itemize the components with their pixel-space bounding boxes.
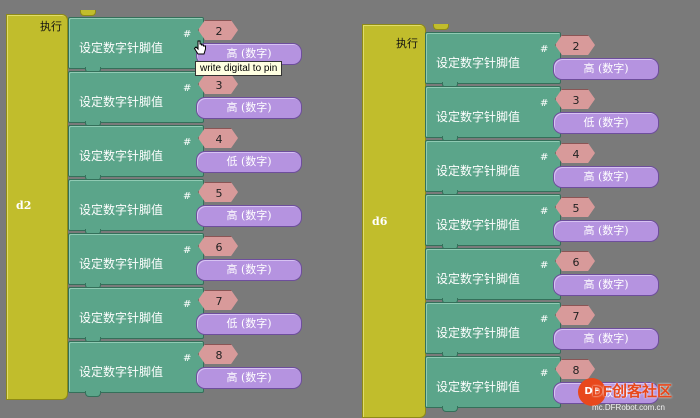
pin-number-text: 4 <box>557 145 595 163</box>
pin-hash-label: # <box>183 299 192 310</box>
pin-hash-label: # <box>183 245 192 256</box>
block-label: 设定数字针脚值 <box>79 95 164 109</box>
pin-number-text: 3 <box>557 91 595 109</box>
pin-hash-label: # <box>540 44 549 55</box>
block-notch <box>442 406 458 412</box>
pin-number-text: 2 <box>557 37 595 55</box>
pin-number-input[interactable]: 7 <box>198 290 238 310</box>
pin-number-input[interactable]: 5 <box>198 182 238 202</box>
set-digital-pin-block[interactable]: 设定数字针脚值 # <box>425 86 561 142</box>
pin-hash-label: # <box>540 206 549 217</box>
block-label: 设定数字针脚值 <box>436 164 521 178</box>
pin-number-text: 5 <box>200 184 238 202</box>
pin-number-text: 4 <box>200 130 238 148</box>
set-digital-pin-block[interactable]: 设定数字针脚值 # <box>425 194 561 250</box>
set-digital-pin-block[interactable]: 设定数字针脚值 # <box>68 125 204 181</box>
set-digital-pin-block[interactable]: 设定数字针脚值 # <box>68 17 204 73</box>
pin-value-block[interactable]: 低 (数字) <box>196 151 302 173</box>
pin-number-text: 2 <box>200 22 238 40</box>
block-label: 设定数字针脚值 <box>436 380 521 394</box>
pin-hash-label: # <box>540 260 549 271</box>
watermark-text: DF创客社区 <box>592 383 672 400</box>
watermark-url: mc.DFRobot.com.cn <box>592 403 665 412</box>
procedure-notch <box>80 10 96 16</box>
pin-hash-label: # <box>183 83 192 94</box>
pin-number-text: 5 <box>557 199 595 217</box>
block-label: 设定数字针脚值 <box>79 365 164 379</box>
set-digital-pin-block[interactable]: 设定数字针脚值 # <box>425 140 561 196</box>
pin-number-text: 7 <box>557 307 595 325</box>
procedure-notch <box>433 24 449 30</box>
pin-value-block[interactable]: 高 (数字) <box>553 274 659 296</box>
set-digital-pin-block[interactable]: 设定数字针脚值 # <box>68 71 204 127</box>
pin-hash-label: # <box>540 152 549 163</box>
pin-hash-label: # <box>540 368 549 379</box>
pin-number-input[interactable]: 3 <box>198 74 238 94</box>
pin-value-block[interactable]: 高 (数字) <box>553 166 659 188</box>
pin-number-input[interactable]: 4 <box>555 143 595 163</box>
set-digital-pin-block[interactable]: 设定数字针脚值 # <box>68 179 204 235</box>
pin-value-block[interactable]: 高 (数字) <box>196 205 302 227</box>
block-label: 设定数字针脚值 <box>79 149 164 163</box>
block-label: 设定数字针脚值 <box>436 56 521 70</box>
pin-hash-label: # <box>540 314 549 325</box>
pin-number-text: 7 <box>200 292 238 310</box>
block-label: 设定数字针脚值 <box>436 110 521 124</box>
block-label: 设定数字针脚值 <box>79 257 164 271</box>
set-digital-pin-block[interactable]: 设定数字针脚值 # <box>425 356 561 412</box>
pin-value-block[interactable]: 低 (数字) <box>196 313 302 335</box>
set-digital-pin-block[interactable]: 设定数字针脚值 # <box>68 233 204 289</box>
block-label: 设定数字针脚值 <box>79 203 164 217</box>
pin-hash-label: # <box>183 137 192 148</box>
watermark: DF DF创客社区 mc.DFRobot.com.cn <box>578 378 698 418</box>
pin-value-block[interactable]: 高 (数字) <box>553 220 659 242</box>
pin-number-input[interactable]: 3 <box>555 89 595 109</box>
block-label: 设定数字针脚值 <box>79 311 164 325</box>
pin-number-input[interactable]: 6 <box>555 251 595 271</box>
hand-cursor-icon <box>193 40 206 55</box>
pin-value-block[interactable]: 低 (数字) <box>553 112 659 134</box>
block-label: 设定数字针脚值 <box>79 41 164 55</box>
pin-number-text: 3 <box>200 76 238 94</box>
block-notch <box>85 391 101 397</box>
tooltip: write digital to pin <box>195 61 283 76</box>
procedure-name: d2 <box>16 199 32 212</box>
set-digital-pin-block[interactable]: 设定数字针脚值 # <box>425 248 561 304</box>
block-label: 设定数字针脚值 <box>436 218 521 232</box>
pin-number-input[interactable]: 5 <box>555 197 595 217</box>
pin-hash-label: # <box>183 29 192 40</box>
pin-value-block[interactable]: 高 (数字) <box>196 97 302 119</box>
set-digital-pin-block[interactable]: 设定数字针脚值 # <box>425 302 561 358</box>
pin-number-text: 8 <box>557 361 595 379</box>
pin-number-input[interactable]: 2 <box>198 20 238 40</box>
pin-value-block[interactable]: 高 (数字) <box>553 58 659 80</box>
set-digital-pin-block[interactable]: 设定数字针脚值 # <box>425 32 561 88</box>
block-label: 设定数字针脚值 <box>436 272 521 286</box>
pin-number-input[interactable]: 8 <box>198 344 238 364</box>
pin-number-text: 6 <box>557 253 595 271</box>
set-digital-pin-block[interactable]: 设定数字针脚值 # <box>68 287 204 343</box>
pin-hash-label: # <box>540 98 549 109</box>
exec-label: 执行 <box>396 37 418 50</box>
pin-hash-label: # <box>183 353 192 364</box>
pin-number-input[interactable]: 2 <box>555 35 595 55</box>
pin-value-block[interactable]: 高 (数字) <box>553 328 659 350</box>
pin-value-block[interactable]: 高 (数字) <box>196 259 302 281</box>
pin-number-text: 6 <box>200 238 238 256</box>
pin-number-input[interactable]: 6 <box>198 236 238 256</box>
pin-hash-label: # <box>183 191 192 202</box>
pin-value-block[interactable]: 高 (数字) <box>196 367 302 389</box>
set-digital-pin-block[interactable]: 设定数字针脚值 # <box>68 341 204 397</box>
block-label: 设定数字针脚值 <box>436 326 521 340</box>
exec-label: 执行 <box>40 20 62 33</box>
pin-number-text: 8 <box>200 346 238 364</box>
pin-number-input[interactable]: 7 <box>555 305 595 325</box>
procedure-name: d6 <box>372 215 388 228</box>
pin-number-input[interactable]: 4 <box>198 128 238 148</box>
